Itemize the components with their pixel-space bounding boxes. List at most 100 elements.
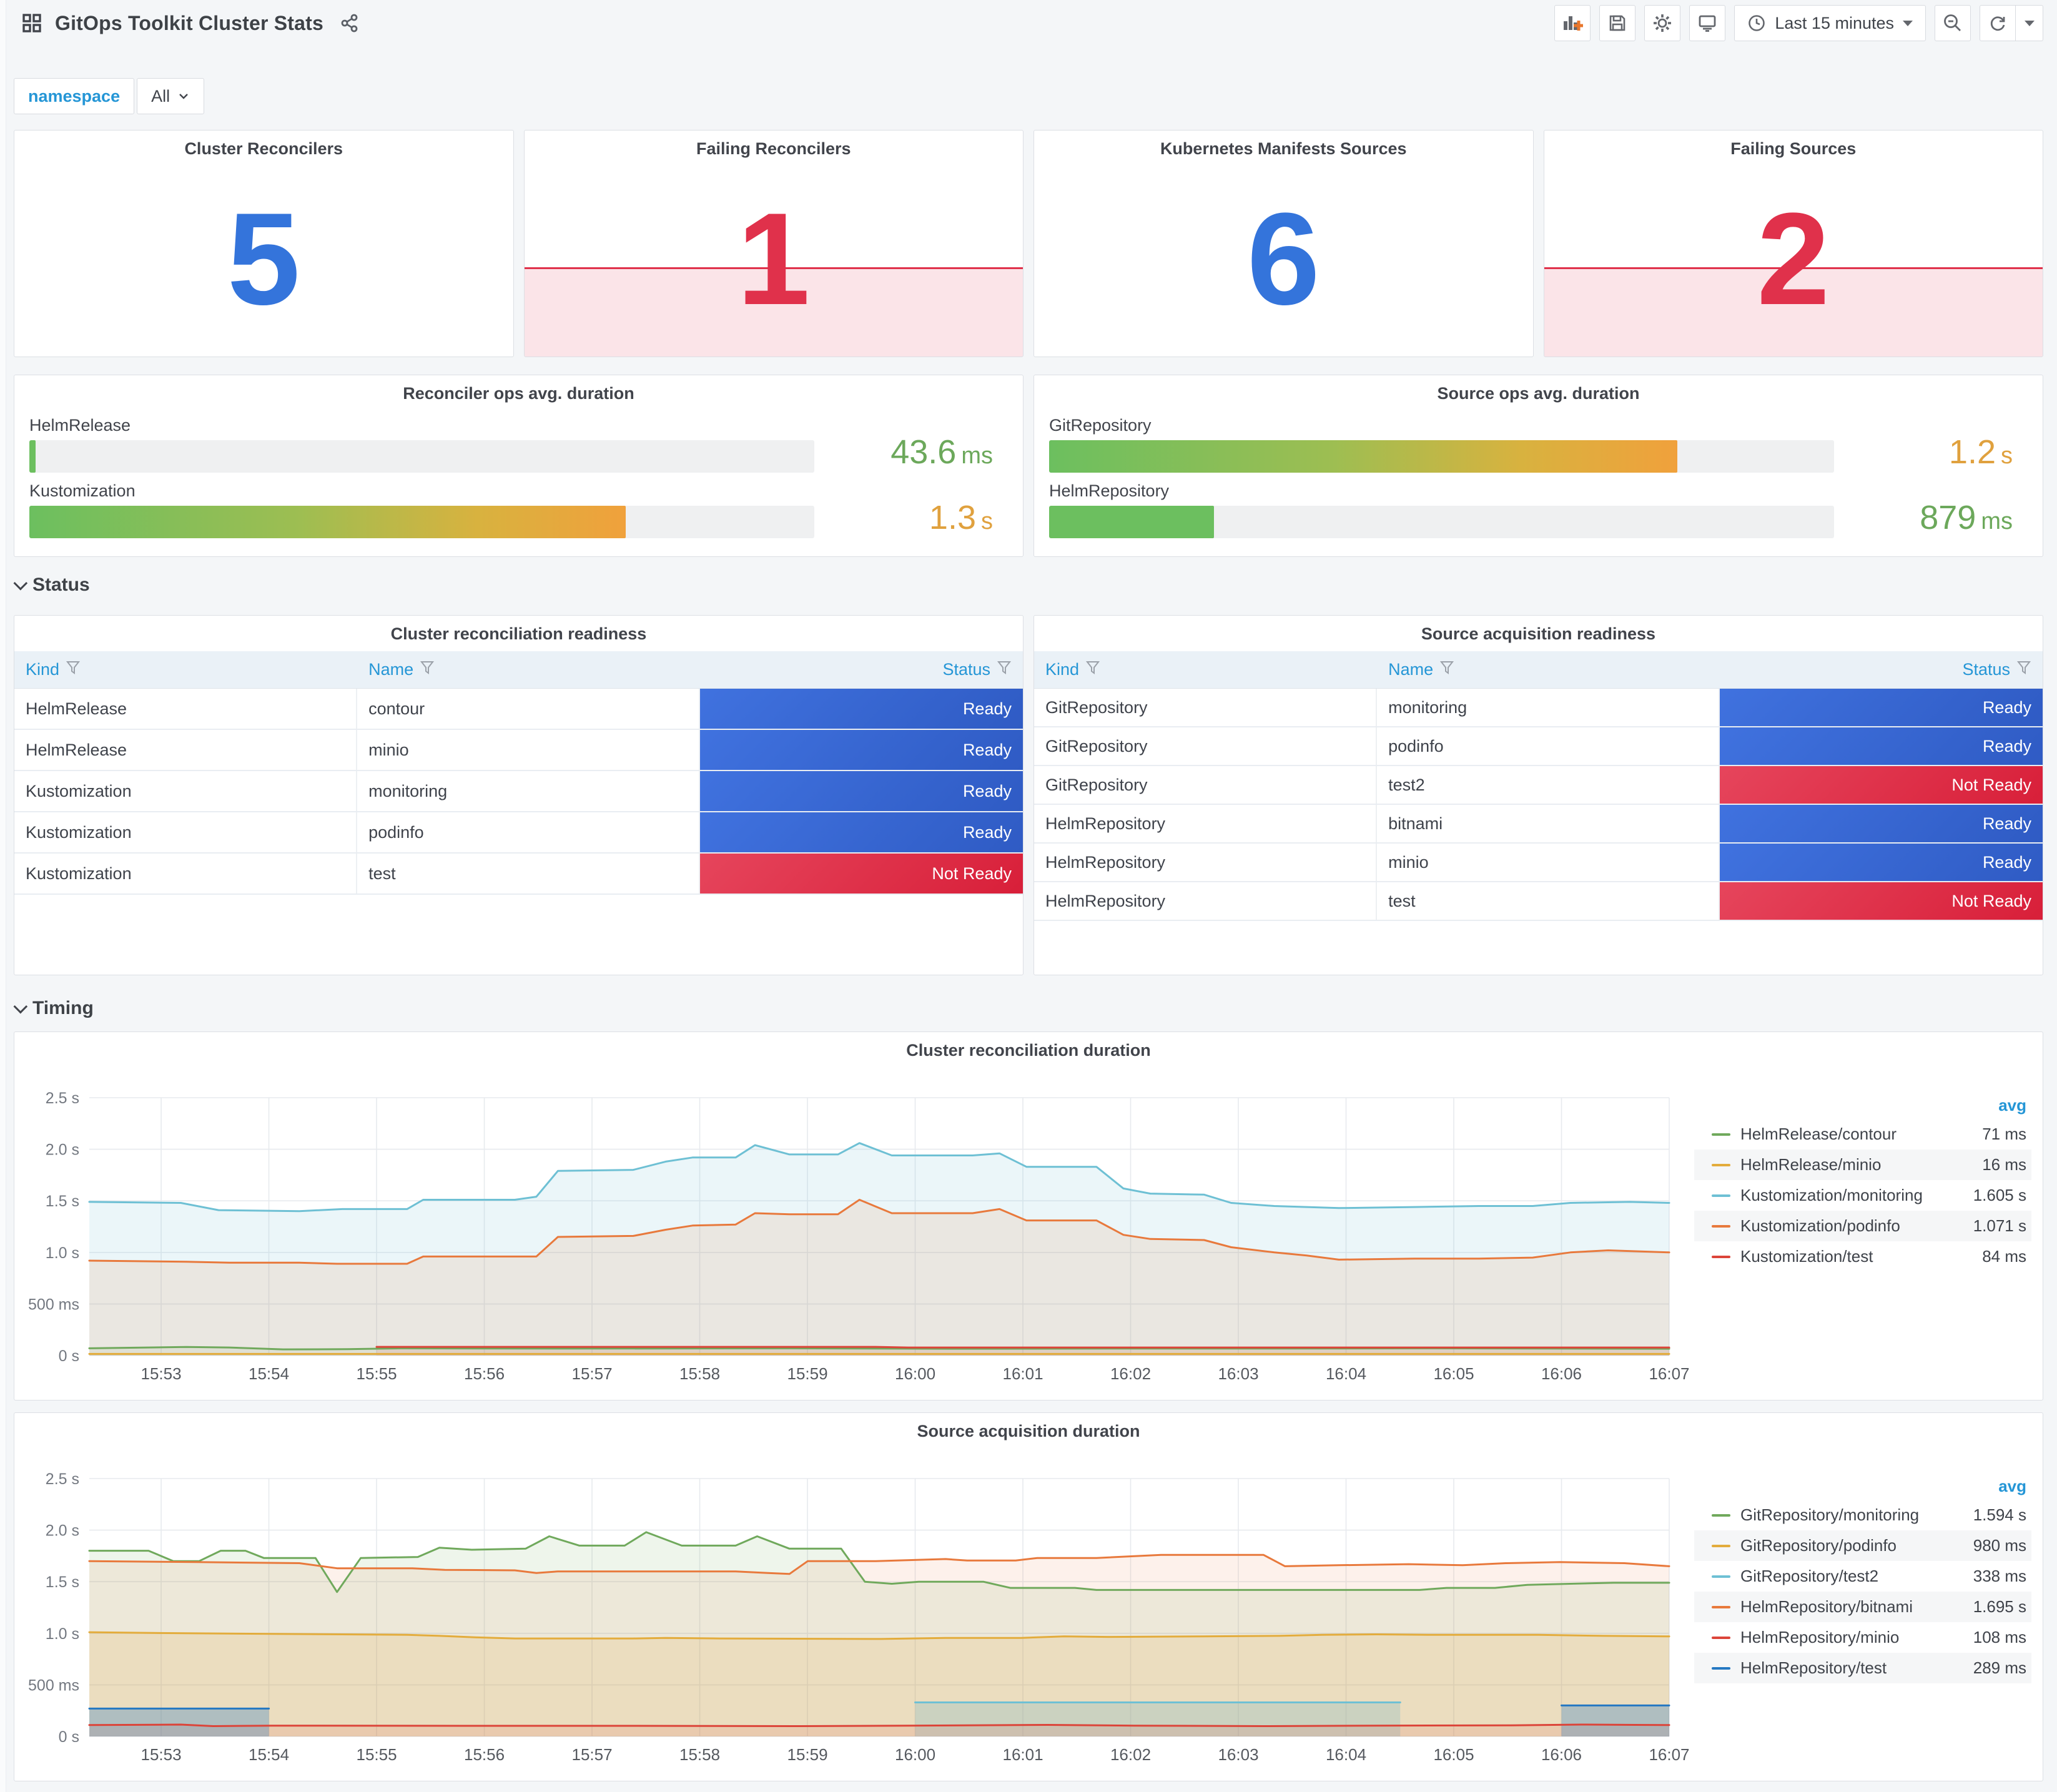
panel-title[interactable]: Cluster reconciliation duration: [14, 1032, 2043, 1060]
gauge-row: HelmRepository 879 ms: [1049, 481, 2028, 538]
cell-kind: Kustomization: [14, 854, 358, 894]
refresh-interval-button[interactable]: [2016, 5, 2043, 41]
stat-panel: Cluster Reconcilers 5: [14, 130, 514, 357]
save-dashboard-button[interactable]: [1599, 5, 1636, 41]
time-range-label: Last 15 minutes: [1775, 13, 1894, 32]
legend-series-avg: 71 ms: [1982, 1125, 2026, 1143]
panel-title[interactable]: Failing Reconcilers: [525, 130, 1024, 159]
section-timing[interactable]: Timing: [13, 993, 2043, 1024]
filter-funnel-icon[interactable]: [66, 660, 81, 679]
legend-row[interactable]: HelmRelease/contour 71 ms: [1694, 1119, 2031, 1150]
chevron-down-icon: [1903, 20, 1913, 26]
filter-funnel-icon[interactable]: [1085, 660, 1100, 679]
legend-row[interactable]: GitRepository/podinfo 980 ms: [1694, 1530, 2031, 1561]
cell-name: contour: [357, 689, 701, 729]
panel-title[interactable]: Cluster reconciliation readiness: [14, 616, 1023, 644]
gauge-value-number: 43.6: [890, 433, 957, 471]
filter-funnel-icon[interactable]: [1439, 660, 1454, 679]
table-row: GitRepository test2 Not Ready: [1034, 766, 2043, 805]
panel-title[interactable]: Source acquisition readiness: [1034, 616, 2043, 644]
svg-text:15:55: 15:55: [357, 1364, 397, 1383]
panel-title[interactable]: Source acquisition duration: [14, 1413, 2043, 1441]
share-icon[interactable]: [340, 13, 360, 33]
legend-row[interactable]: Kustomization/monitoring 1.605 s: [1694, 1180, 2031, 1211]
legend-row[interactable]: HelmRepository/bitnami 1.695 s: [1694, 1592, 2031, 1622]
column-header-name[interactable]: Name: [1377, 660, 1720, 679]
legend-series-name: Kustomization/podinfo: [1740, 1216, 1900, 1235]
column-header-status[interactable]: Status: [700, 660, 1023, 679]
gauge-body: GitRepository 1.2 s HelmRepository 879 ms: [1034, 403, 2043, 538]
svg-text:2.0 s: 2.0 s: [46, 1522, 79, 1540]
stat-value: 5: [227, 185, 300, 333]
legend-row[interactable]: Kustomization/test 84 ms: [1694, 1241, 2031, 1272]
gauge-value: 879 ms: [1920, 498, 2013, 537]
cell-name: bitnami: [1377, 805, 1720, 842]
cell-name: podinfo: [357, 812, 701, 852]
dashboard-settings-button[interactable]: [1644, 5, 1681, 41]
legend-series-name: HelmRelease/contour: [1740, 1125, 1897, 1143]
legend-avg-header: avg: [1998, 1477, 2026, 1495]
chart-legend: avg GitRepository/monitoring 1.594 s GitRep…: [1694, 1441, 2043, 1778]
svg-text:1.0 s: 1.0 s: [46, 1625, 79, 1643]
svg-text:16:02: 16:02: [1110, 1745, 1151, 1764]
cell-kind: Kustomization: [14, 771, 358, 811]
time-series-svg[interactable]: 0 s 500 ms 1.0 s 1.5 s 2.0 s 2.5 s 15:53 15:54 1…: [14, 1060, 1694, 1397]
svg-text:15:53: 15:53: [141, 1745, 182, 1764]
panel-title[interactable]: Failing Sources: [1544, 130, 2043, 159]
namespace-variable-label[interactable]: namespace: [14, 78, 135, 114]
svg-text:16:04: 16:04: [1326, 1745, 1366, 1764]
panel-title[interactable]: Cluster Reconcilers: [14, 130, 513, 159]
cell-kind: GitRepository: [1034, 766, 1378, 804]
svg-text:15:59: 15:59: [787, 1364, 827, 1383]
svg-text:15:55: 15:55: [357, 1745, 397, 1764]
filter-funnel-icon[interactable]: [997, 660, 1012, 679]
legend-series-avg: 1.594 s: [1973, 1505, 2026, 1524]
table-row: HelmRelease minio Ready: [14, 730, 1023, 771]
cycle-view-mode-button[interactable]: [1689, 5, 1726, 41]
column-header-kind[interactable]: Kind: [14, 660, 357, 679]
refresh-button[interactable]: [1980, 5, 2016, 41]
time-range-picker[interactable]: Last 15 minutes: [1734, 5, 1926, 41]
svg-text:500 ms: 500 ms: [28, 1296, 79, 1313]
column-header-name[interactable]: Name: [357, 660, 700, 679]
gauge-row: Kustomization 1.3 s: [29, 481, 1008, 538]
legend-series-avg: 1.695 s: [1973, 1597, 2026, 1616]
time-series-svg[interactable]: 0 s 500 ms 1.0 s 1.5 s 2.0 s 2.5 s 15:53 15:54 1…: [14, 1441, 1694, 1778]
section-status[interactable]: Status: [13, 569, 2043, 601]
column-header-status[interactable]: Status: [1720, 660, 2043, 679]
namespace-variable-select[interactable]: All: [137, 78, 205, 114]
cell-kind: Kustomization: [14, 812, 358, 852]
legend-row[interactable]: HelmRepository/test 289 ms: [1694, 1653, 2031, 1683]
panel-title[interactable]: Kubernetes Manifests Sources: [1034, 130, 1533, 159]
svg-text:15:58: 15:58: [679, 1745, 720, 1764]
cell-name: test: [357, 854, 701, 894]
legend-row[interactable]: GitRepository/test2 338 ms: [1694, 1561, 2031, 1592]
filter-funnel-icon[interactable]: [2016, 660, 2031, 679]
legend-series-swatch: [1712, 1544, 1730, 1547]
stat-panel: Failing Reconcilers 1: [523, 130, 1024, 357]
legend-row[interactable]: GitRepository/monitoring 1.594 s: [1694, 1500, 2031, 1530]
legend-row[interactable]: HelmRelease/minio 16 ms: [1694, 1150, 2031, 1180]
panel-title[interactable]: Reconciler ops avg. duration: [14, 375, 1023, 403]
stat-value: 1: [737, 185, 811, 333]
legend-row[interactable]: Kustomization/podinfo 1.071 s: [1694, 1211, 2031, 1241]
gauge-value: 1.3 s: [929, 498, 993, 537]
timing-charts: Cluster reconciliation duration 0 s 500 ms…: [14, 1031, 2043, 1781]
status-badge: Ready: [700, 812, 1023, 852]
dashboard-grid-icon: [21, 12, 42, 34]
panel-title[interactable]: Source ops avg. duration: [1034, 375, 2043, 403]
zoom-out-button[interactable]: [1935, 5, 1971, 41]
cell-kind: HelmRelease: [14, 730, 358, 770]
table-row: GitRepository podinfo Ready: [1034, 727, 2043, 766]
gauge-panel: Source ops avg. duration GitRepository 1.2…: [1033, 375, 2043, 557]
legend-series-name: Kustomization/monitoring: [1740, 1186, 1923, 1204]
cell-name: minio: [357, 730, 701, 770]
column-header-kind[interactable]: Kind: [1034, 660, 1377, 679]
filter-funnel-icon[interactable]: [420, 660, 435, 679]
status-badge: Ready: [700, 771, 1023, 811]
gauge-value-number: 879: [1920, 499, 1976, 536]
legend-row[interactable]: HelmRepository/minio 108 ms: [1694, 1622, 2031, 1653]
legend-series-swatch: [1712, 1514, 1730, 1517]
gauge-value-unit: ms: [961, 443, 993, 469]
add-panel-button[interactable]: [1554, 5, 1591, 41]
